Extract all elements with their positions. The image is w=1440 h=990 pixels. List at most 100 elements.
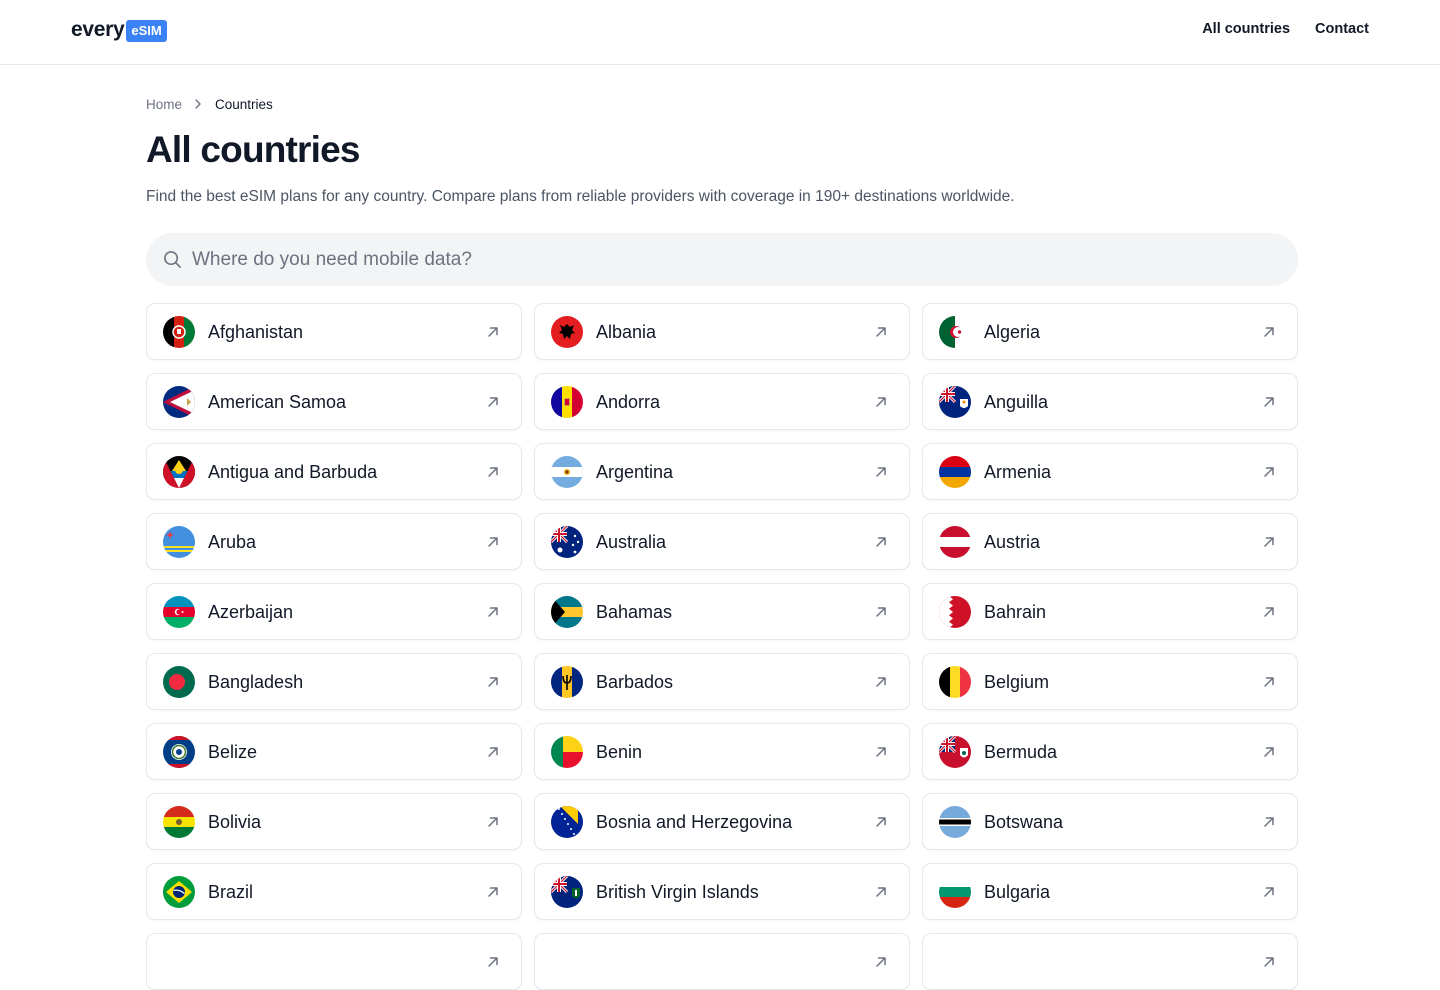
- logo[interactable]: every eSIM: [71, 18, 167, 42]
- country-name: Bermuda: [984, 742, 1058, 762]
- search-input[interactable]: [192, 233, 1282, 286]
- country-card[interactable]: Benin: [534, 723, 910, 780]
- country-card[interactable]: Bulgaria: [922, 863, 1298, 920]
- arrow-up-right-icon: [1261, 884, 1277, 900]
- azerbaijan-flag-icon: [163, 596, 195, 628]
- arrow-up-right-icon: [1261, 674, 1277, 690]
- country-card[interactable]: Antigua and Barbuda: [146, 443, 522, 500]
- bosnia-flag-icon: [551, 806, 583, 838]
- country-card[interactable]: [922, 933, 1298, 990]
- arrow-up-right-icon: [485, 744, 501, 760]
- arrow-up-right-icon: [873, 534, 889, 550]
- flag-icon: [939, 946, 971, 978]
- albania-flag-icon: [551, 316, 583, 348]
- country-name: Bolivia: [208, 812, 262, 832]
- country-card[interactable]: Bolivia: [146, 793, 522, 850]
- country-name: Afghanistan: [208, 322, 304, 342]
- american-samoa-flag-icon: [163, 386, 195, 418]
- country-card[interactable]: Belize: [146, 723, 522, 780]
- country-card[interactable]: Andorra: [534, 373, 910, 430]
- arrow-up-right-icon: [873, 954, 889, 970]
- nav-all-countries-link[interactable]: All countries: [1202, 20, 1290, 38]
- country-name: Australia: [596, 532, 667, 552]
- country-name: Benin: [596, 742, 643, 762]
- bulgaria-flag-icon: [939, 876, 971, 908]
- page-title: All countries: [146, 129, 361, 170]
- austria-flag-icon: [939, 526, 971, 558]
- afghanistan-flag-icon: [163, 316, 195, 348]
- country-name: Antigua and Barbuda: [208, 462, 378, 482]
- bvi-flag-icon: [551, 876, 583, 908]
- arrow-up-right-icon: [1261, 604, 1277, 620]
- country-card[interactable]: Bahrain: [922, 583, 1298, 640]
- country-card[interactable]: Bermuda: [922, 723, 1298, 780]
- country-card[interactable]: Argentina: [534, 443, 910, 500]
- brazil-flag-icon: [163, 876, 195, 908]
- arrow-up-right-icon: [1261, 744, 1277, 760]
- arrow-up-right-icon: [485, 324, 501, 340]
- flag-icon: [163, 946, 195, 978]
- arrow-up-right-icon: [485, 674, 501, 690]
- country-card[interactable]: Barbados: [534, 653, 910, 710]
- country-name: Bahamas: [596, 602, 673, 622]
- country-card[interactable]: Afghanistan: [146, 303, 522, 360]
- arrow-up-right-icon: [1261, 814, 1277, 830]
- arrow-up-right-icon: [485, 534, 501, 550]
- country-card[interactable]: Australia: [534, 513, 910, 570]
- country-name: British Virgin Islands: [596, 882, 759, 902]
- arrow-up-right-icon: [873, 394, 889, 410]
- country-name: Armenia: [984, 462, 1052, 482]
- country-card[interactable]: Anguilla: [922, 373, 1298, 430]
- country-name: Bulgaria: [984, 882, 1051, 902]
- country-name: Argentina: [596, 462, 674, 482]
- country-card[interactable]: Brazil: [146, 863, 522, 920]
- andorra-flag-icon: [551, 386, 583, 418]
- country-card[interactable]: Botswana: [922, 793, 1298, 850]
- country-name: Belgium: [984, 672, 1050, 692]
- breadcrumb-home-link[interactable]: Home: [146, 96, 182, 113]
- arrow-up-right-icon: [485, 884, 501, 900]
- country-card[interactable]: Austria: [922, 513, 1298, 570]
- logo-badge: eSIM: [126, 20, 167, 42]
- algeria-flag-icon: [939, 316, 971, 348]
- arrow-up-right-icon: [873, 604, 889, 620]
- country-card[interactable]: [146, 933, 522, 990]
- logo-text: every: [71, 18, 125, 41]
- country-name: Azerbaijan: [208, 602, 294, 622]
- top-navigation-bar: every eSIM All countries Contact: [0, 0, 1440, 65]
- search-bar[interactable]: [146, 233, 1298, 286]
- arrow-up-right-icon: [1261, 954, 1277, 970]
- arrow-up-right-icon: [1261, 464, 1277, 480]
- arrow-up-right-icon: [1261, 534, 1277, 550]
- benin-flag-icon: [551, 736, 583, 768]
- arrow-up-right-icon: [485, 394, 501, 410]
- country-card[interactable]: American Samoa: [146, 373, 522, 430]
- country-card[interactable]: Aruba: [146, 513, 522, 570]
- bahamas-flag-icon: [551, 596, 583, 628]
- arrow-up-right-icon: [873, 744, 889, 760]
- country-card[interactable]: Algeria: [922, 303, 1298, 360]
- country-card[interactable]: Bangladesh: [146, 653, 522, 710]
- anguilla-flag-icon: [939, 386, 971, 418]
- arrow-up-right-icon: [873, 324, 889, 340]
- arrow-up-right-icon: [485, 814, 501, 830]
- arrow-up-right-icon: [1261, 324, 1277, 340]
- belize-flag-icon: [163, 736, 195, 768]
- country-name: Belize: [208, 742, 258, 762]
- aruba-flag-icon: [163, 526, 195, 558]
- country-card[interactable]: Bahamas: [534, 583, 910, 640]
- country-card[interactable]: Belgium: [922, 653, 1298, 710]
- main-nav: All countries Contact: [1202, 20, 1369, 38]
- country-name: Botswana: [984, 812, 1064, 832]
- country-card[interactable]: [534, 933, 910, 990]
- arrow-up-right-icon: [873, 674, 889, 690]
- country-card[interactable]: Albania: [534, 303, 910, 360]
- country-card[interactable]: British Virgin Islands: [534, 863, 910, 920]
- country-card[interactable]: Bosnia and Herzegovina: [534, 793, 910, 850]
- flag-icon: [551, 946, 583, 978]
- country-name: Bosnia and Herzegovina: [596, 812, 793, 832]
- nav-contact-link[interactable]: Contact: [1315, 20, 1369, 38]
- arrow-up-right-icon: [873, 464, 889, 480]
- country-card[interactable]: Armenia: [922, 443, 1298, 500]
- country-card[interactable]: Azerbaijan: [146, 583, 522, 640]
